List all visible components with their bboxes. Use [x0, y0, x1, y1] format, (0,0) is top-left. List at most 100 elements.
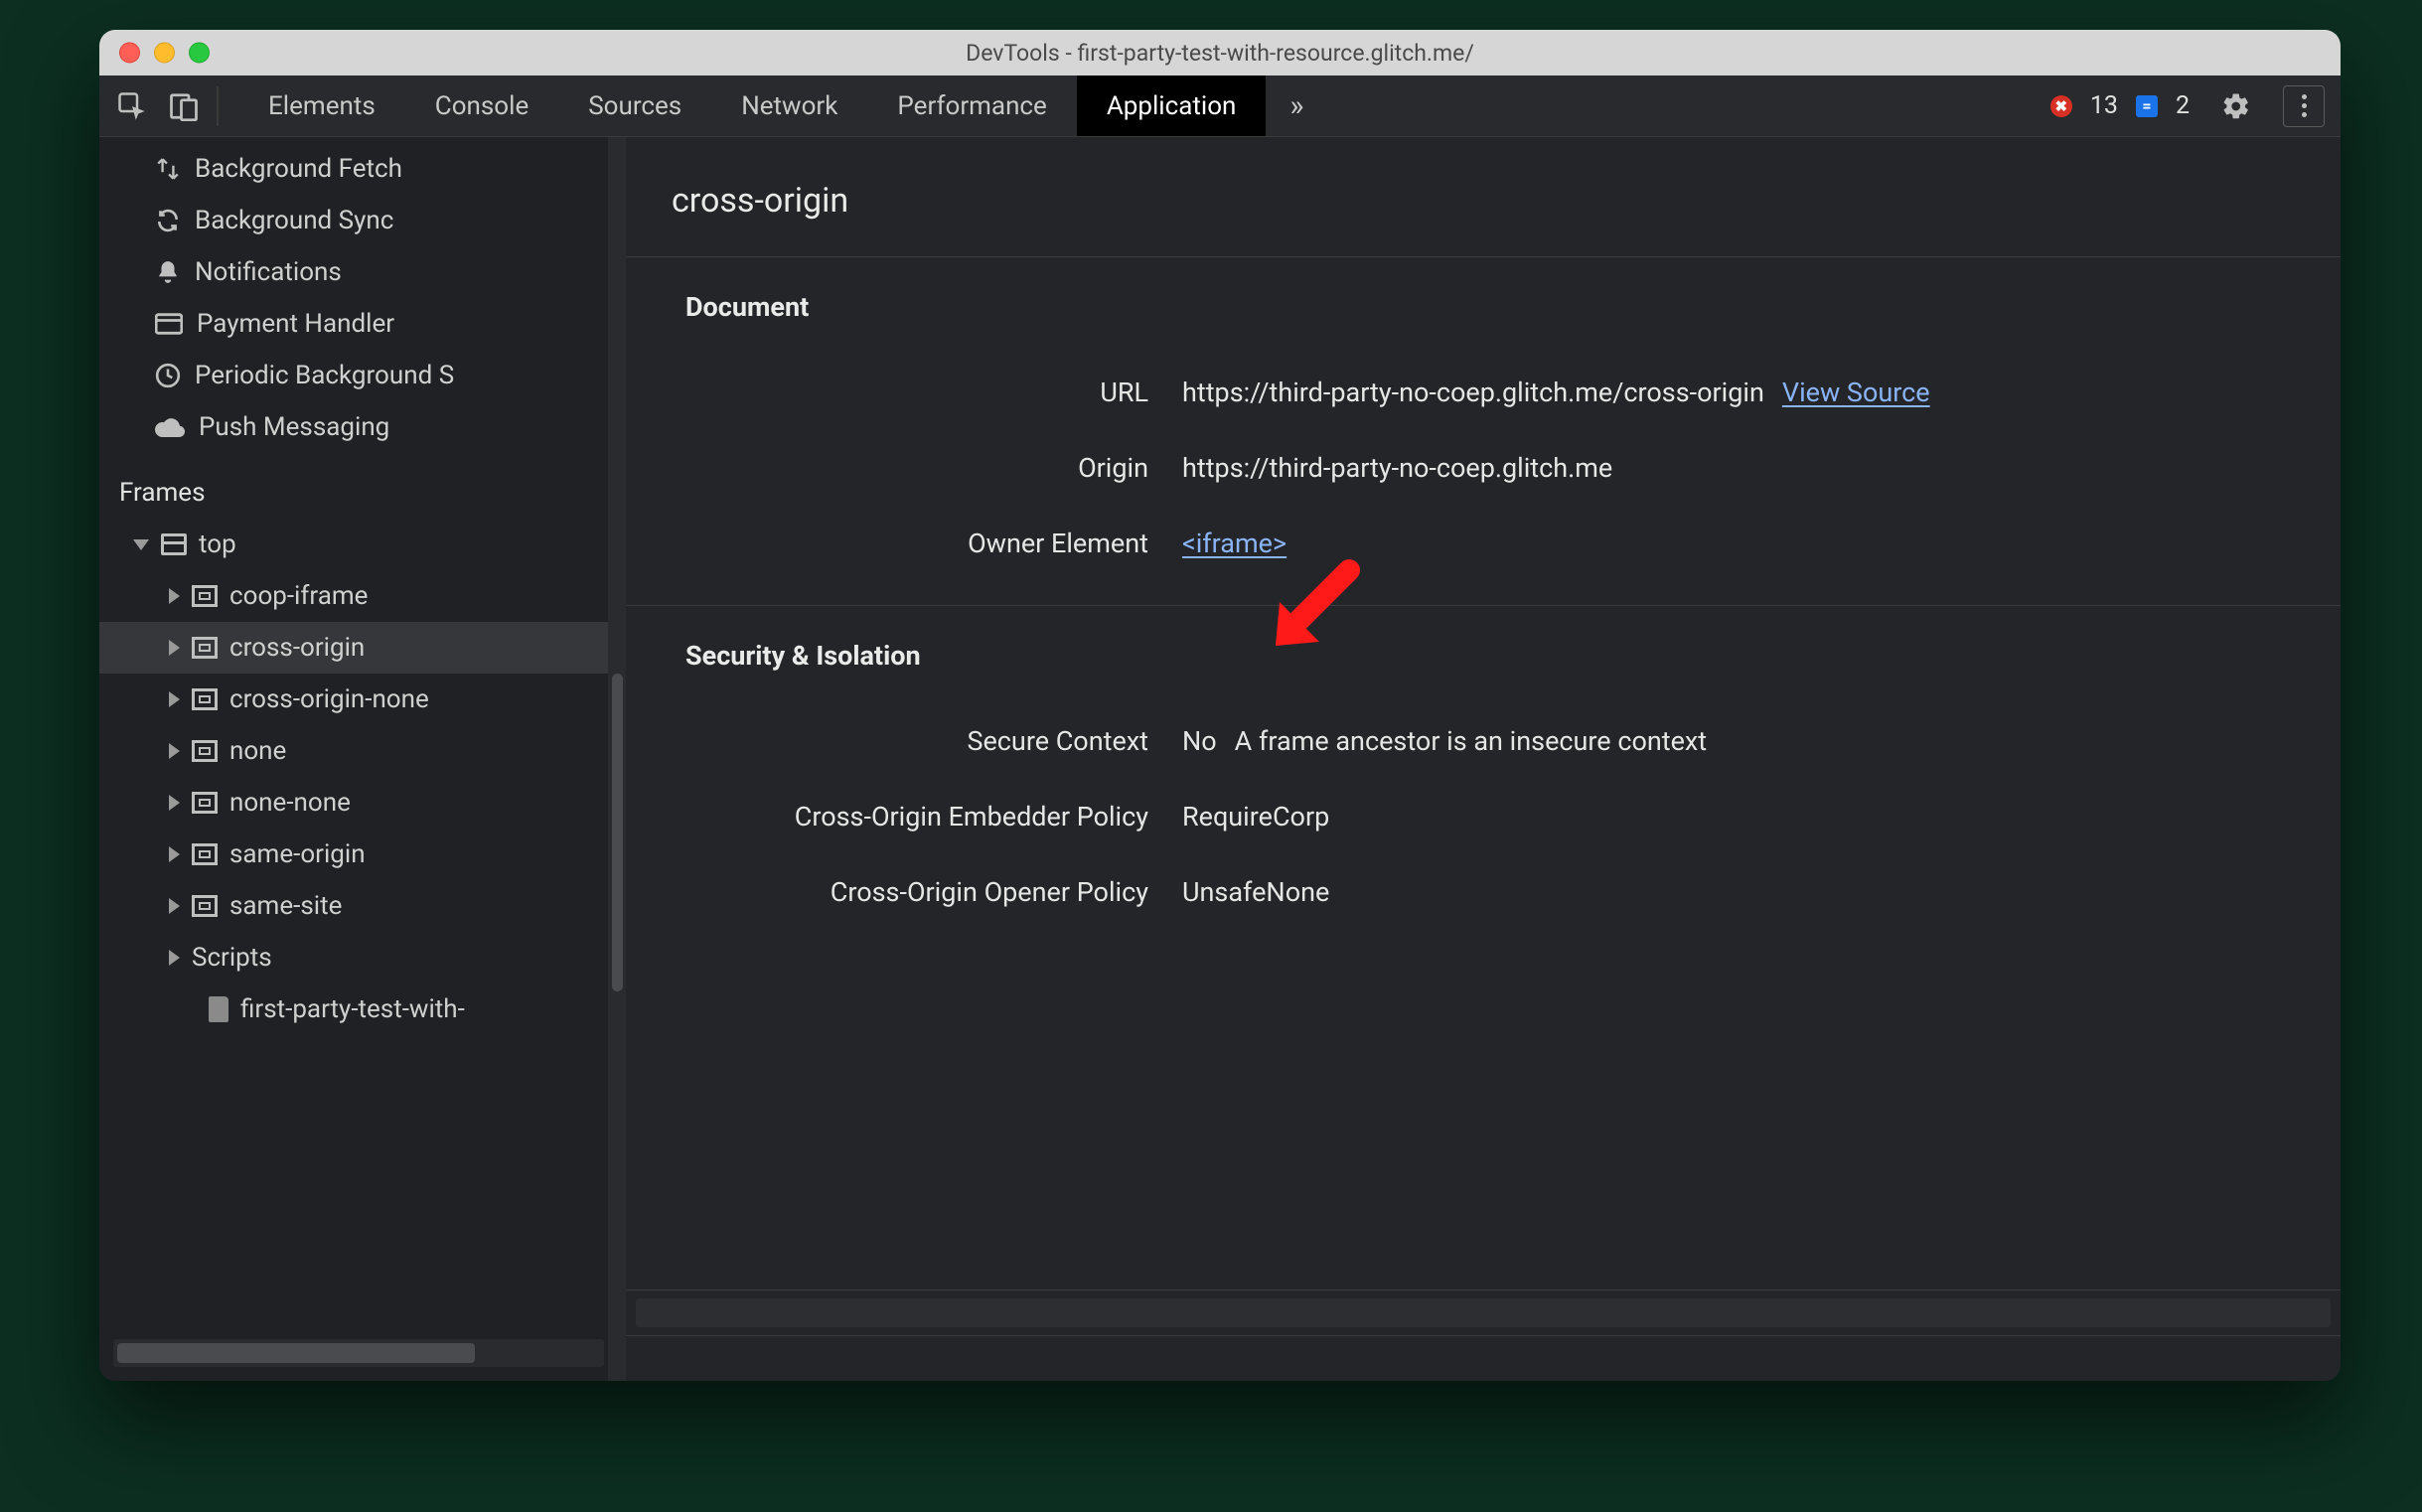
devtools-window: DevTools - first-party-test-with-resourc…: [99, 30, 2341, 1381]
kv-value: No: [1182, 725, 1217, 757]
frame-icon: [192, 688, 218, 710]
disclosure-triangle-icon[interactable]: [169, 743, 180, 759]
sidebar-item-label: Payment Handler: [197, 309, 394, 339]
sidebar-item-label: Background Sync: [195, 206, 393, 235]
sidebar-item-background-fetch[interactable]: Background Fetch: [99, 143, 626, 195]
disclosure-triangle-icon[interactable]: [133, 539, 149, 550]
disclosure-triangle-icon[interactable]: [169, 950, 180, 966]
frame-file-node[interactable]: first-party-test-with-: [99, 983, 626, 1035]
kv-value: https://third-party-no-coep.glitch.me/cr…: [1182, 377, 1764, 408]
frame-node-label: none-none: [229, 788, 351, 818]
frame-node-selected[interactable]: cross-origin: [99, 622, 626, 674]
kv-secure-context: Secure Context No A frame ancestor is an…: [626, 725, 2341, 757]
disclosure-triangle-icon[interactable]: [169, 846, 180, 862]
frame-node-label: coop-iframe: [229, 581, 368, 611]
frame-node[interactable]: cross-origin-none: [99, 674, 626, 725]
frame-node-label: same-origin: [229, 839, 366, 869]
frame-node-scripts[interactable]: Scripts: [99, 932, 626, 983]
frame-icon: [192, 585, 218, 607]
more-menu-button[interactable]: [2283, 85, 2325, 127]
tab-console[interactable]: Console: [405, 76, 558, 136]
panel-tabs: Elements Console Sources Network Perform…: [238, 76, 1266, 136]
frame-node-label: cross-origin-none: [229, 684, 429, 714]
sidebar-item-label: Push Messaging: [199, 412, 389, 442]
bottom-drawer-collapsed: [626, 1289, 2341, 1381]
frame-node[interactable]: none-none: [99, 777, 626, 829]
annotation-arrow-icon: [1262, 558, 1361, 658]
close-window-icon[interactable]: [119, 43, 140, 64]
tabs-overflow-button[interactable]: »: [1266, 88, 1327, 123]
kv-key: Owner Element: [626, 528, 1182, 559]
tab-network[interactable]: Network: [711, 76, 867, 136]
kebab-icon: [2302, 94, 2307, 99]
kv-url: URL https://third-party-no-coep.glitch.m…: [626, 377, 2341, 408]
cloud-icon: [155, 416, 185, 438]
file-icon: [209, 996, 228, 1022]
tab-performance[interactable]: Performance: [867, 76, 1076, 136]
settings-gear-icon[interactable]: [2207, 91, 2265, 121]
kv-key: Cross-Origin Opener Policy: [626, 876, 1182, 908]
sidebar-item-label: Notifications: [195, 257, 342, 287]
sidebar-scrollbar[interactable]: [608, 137, 626, 1381]
minimize-window-icon[interactable]: [154, 43, 175, 64]
frame-node-label: top: [199, 529, 236, 559]
inspect-element-icon[interactable]: [117, 91, 147, 121]
kv-key: URL: [626, 377, 1182, 408]
tab-application[interactable]: Application: [1077, 76, 1267, 136]
kv-value: https://third-party-no-coep.glitch.me: [1182, 452, 1612, 484]
kv-origin: Origin https://third-party-no-coep.glitc…: [626, 452, 2341, 484]
window-icon: [161, 533, 187, 555]
sidebar-item-background-sync[interactable]: Background Sync: [99, 195, 626, 246]
kv-value: UnsafeNone: [1182, 876, 1329, 908]
sidebar-scrollbar-thumb[interactable]: [612, 674, 623, 991]
sidebar-item-payment-handler[interactable]: Payment Handler: [99, 298, 626, 350]
drawer-bar[interactable]: [626, 1335, 2341, 1381]
tab-sources[interactable]: Sources: [558, 76, 711, 136]
kv-owner-element: Owner Element <iframe>: [626, 528, 2341, 559]
window-controls: [119, 43, 210, 64]
frame-node-top[interactable]: top: [99, 519, 626, 570]
frame-node[interactable]: same-site: [99, 880, 626, 932]
sidebar-item-label: Periodic Background S: [195, 361, 454, 390]
frame-icon: [192, 895, 218, 917]
kv-value: RequireCorp: [1182, 801, 1329, 832]
drawer-bar[interactable]: [626, 1289, 2341, 1335]
errors-badge-icon[interactable]: ✖: [2050, 95, 2072, 117]
info-badge-icon[interactable]: =: [2136, 95, 2158, 117]
owner-element-link[interactable]: <iframe>: [1182, 528, 1287, 559]
disclosure-triangle-icon[interactable]: [169, 588, 180, 604]
frame-icon: [192, 843, 218, 865]
disclosure-triangle-icon[interactable]: [169, 795, 180, 811]
tab-elements[interactable]: Elements: [238, 76, 405, 136]
sidebar-item-push-messaging[interactable]: Push Messaging: [99, 401, 626, 453]
view-source-link[interactable]: View Source: [1782, 377, 1930, 408]
frame-details-title: cross-origin: [626, 137, 2341, 257]
sidebar-item-periodic-background-sync[interactable]: Periodic Background S: [99, 350, 626, 401]
frame-node-label: same-site: [229, 891, 342, 921]
disclosure-triangle-icon[interactable]: [169, 640, 180, 656]
sidebar-horizontal-scrollbar[interactable]: [113, 1339, 604, 1367]
disclosure-triangle-icon[interactable]: [169, 691, 180, 707]
frame-node[interactable]: coop-iframe: [99, 570, 626, 622]
kv-key: Cross-Origin Embedder Policy: [626, 801, 1182, 832]
sidebar-horizontal-scrollbar-thumb[interactable]: [117, 1343, 475, 1363]
info-count[interactable]: 2: [2176, 91, 2190, 120]
frame-node[interactable]: same-origin: [99, 829, 626, 880]
devtools-tabbar: Elements Console Sources Network Perform…: [99, 76, 2341, 137]
sidebar-item-label: Background Fetch: [195, 154, 402, 184]
section-heading-document: Document: [626, 257, 2341, 333]
errors-count[interactable]: 13: [2090, 91, 2118, 120]
window-title: DevTools - first-party-test-with-resourc…: [966, 40, 1474, 67]
frame-icon: [192, 637, 218, 659]
application-sidebar: Background Fetch Background Sync Notific…: [99, 137, 626, 1381]
sidebar-item-notifications[interactable]: Notifications: [99, 246, 626, 298]
clock-icon: [155, 363, 181, 388]
frame-node-label: first-party-test-with-: [240, 994, 465, 1024]
frames-tree: top coop-iframe cross-origin: [99, 519, 626, 1035]
device-toolbar-icon[interactable]: [169, 91, 199, 121]
maximize-window-icon[interactable]: [189, 43, 210, 64]
frame-icon: [192, 740, 218, 762]
frame-node[interactable]: none: [99, 725, 626, 777]
disclosure-triangle-icon[interactable]: [169, 898, 180, 914]
kv-key: Secure Context: [626, 725, 1182, 757]
